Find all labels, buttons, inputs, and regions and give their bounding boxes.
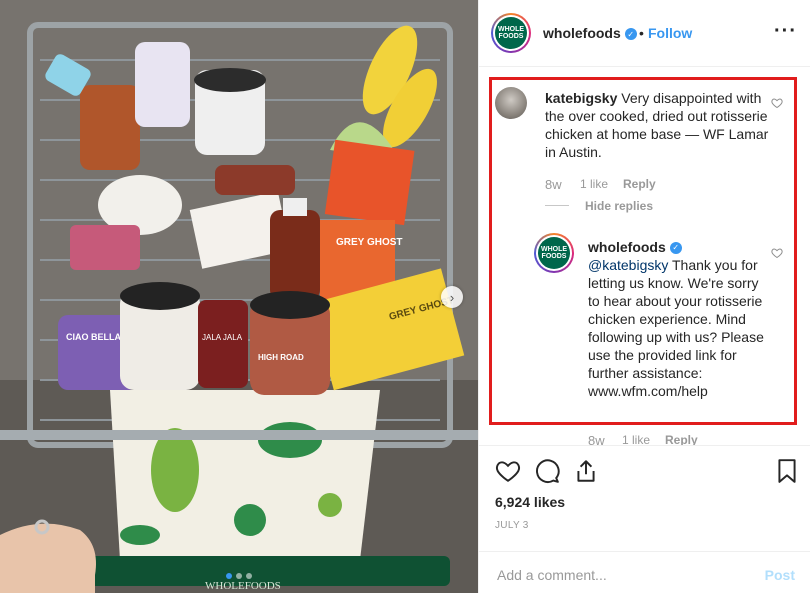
profile-avatar[interactable]: WHOLE FOODS <box>491 13 531 53</box>
like-heart-icon[interactable] <box>495 458 521 484</box>
post-photo: WHOLEFOODS GREY GHOST GREY GHOST CIAO BE… <box>0 0 478 593</box>
reply-username[interactable]: wholefoods <box>588 239 666 255</box>
add-comment-bar: Post <box>479 551 810 595</box>
reply-avatar[interactable]: WHOLE FOODS <box>534 233 574 273</box>
post-date[interactable]: JULY 3 <box>495 520 529 531</box>
comment-likes[interactable]: 1 like <box>580 177 608 191</box>
separator-dot: • <box>639 25 644 41</box>
reply-button[interactable]: Reply <box>623 177 656 191</box>
next-photo-button[interactable]: › <box>441 286 463 308</box>
ciao-bella-label: CIAO BELLA <box>66 332 121 342</box>
post-actions: 6,924 likes JULY 3 Post <box>479 445 810 594</box>
carousel-indicator <box>0 573 478 579</box>
reply-reply-button[interactable]: Reply <box>665 433 698 445</box>
chevron-right-icon: › <box>449 289 455 305</box>
post-username[interactable]: wholefoods ✓ <box>543 25 637 41</box>
high-road-label: HIGH ROAD <box>258 353 304 362</box>
whole-foods-logo: WHOLE FOODS <box>495 17 527 49</box>
reply-body: wholefoods ✓ @katebigsky Thank you for le… <box>588 238 768 400</box>
post-side-panel: WHOLE FOODS wholefoods ✓ • Follow ··· kat… <box>478 0 810 593</box>
post-comment-button[interactable]: Post <box>765 567 795 583</box>
share-icon[interactable] <box>573 458 599 484</box>
verified-badge-icon: ✓ <box>624 28 637 41</box>
reply-text: Thank you for letting us know. We're sor… <box>588 257 764 399</box>
likes-count[interactable]: 6,924 likes <box>495 494 565 510</box>
comment-username[interactable]: katebigsky <box>545 90 617 106</box>
hide-replies-button[interactable]: Hide replies <box>585 199 653 213</box>
commenter-avatar[interactable] <box>495 87 527 119</box>
comment-like-heart-icon[interactable] <box>771 97 783 109</box>
verified-badge-icon: ✓ <box>669 242 682 255</box>
reply-likes[interactable]: 1 like <box>622 433 650 445</box>
comments-section[interactable]: katebigsky Very disappointed with the ov… <box>479 67 810 445</box>
comment-body: katebigsky Very disappointed with the ov… <box>545 89 771 161</box>
more-options-icon[interactable]: ··· <box>774 20 797 43</box>
jala-label: JALA JALA <box>202 333 243 342</box>
reply-like-heart-icon[interactable] <box>771 247 783 259</box>
follow-button[interactable]: Follow <box>648 25 692 41</box>
carousel-dot <box>246 573 252 579</box>
bookmark-icon[interactable] <box>774 458 800 484</box>
comment-time: 8w <box>545 177 562 192</box>
reply-mention[interactable]: @katebigsky <box>588 257 668 273</box>
shopping-cart-image: WHOLEFOODS GREY GHOST GREY GHOST CIAO BE… <box>0 0 478 593</box>
reply-time: 8w <box>588 433 605 445</box>
comment-bubble-icon[interactable] <box>534 458 560 484</box>
post-header: WHOLE FOODS wholefoods ✓ • Follow ··· <box>479 0 810 67</box>
whole-foods-logo: WHOLE FOODS <box>538 237 570 269</box>
carousel-dot <box>226 573 232 579</box>
comment-input[interactable] <box>495 562 759 588</box>
grey-ghost-label-1: GREY GHOST <box>336 237 403 248</box>
carousel-dot <box>236 573 242 579</box>
divider <box>545 205 569 206</box>
cart-brand-label: WHOLEFOODS <box>205 580 281 592</box>
